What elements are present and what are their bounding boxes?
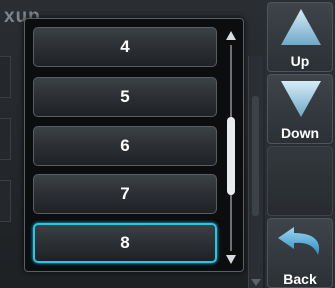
down-button-label: Down [280,125,320,141]
back-button[interactable]: Back [267,218,333,288]
list-item-label: 4 [120,37,130,56]
background-scroll-down-icon[interactable] [251,279,261,286]
background-field [0,118,11,160]
up-button-label: Up [290,53,310,69]
up-arrow-icon [281,9,321,45]
list-item-label: 8 [120,233,130,252]
list-item-6[interactable]: 6 [33,126,217,166]
list-item-label: 5 [120,87,130,106]
background-scroll-thumb[interactable] [252,96,259,216]
scroll-thumb[interactable] [227,117,235,195]
list-item-4[interactable]: 4 [33,27,217,67]
selection-popup: 4 5 6 7 8 [24,18,244,272]
back-arrow-icon [278,227,320,255]
list-item-label: 7 [120,184,130,203]
list-item-8-selected[interactable]: 8 [33,223,217,263]
back-button-label: Back [283,271,317,287]
background-field [0,180,11,222]
popup-scrollbar[interactable] [225,31,237,267]
list-item-label: 6 [120,136,130,155]
scroll-up-icon[interactable] [226,31,236,40]
up-button[interactable]: Up [267,2,333,72]
background-scrollbar[interactable] [248,56,263,288]
blank-softkey [267,146,333,216]
list-item-7[interactable]: 7 [33,174,217,214]
softkey-column: Up Down Back [265,0,335,288]
background-field [0,56,11,98]
list-item-5[interactable]: 5 [33,77,217,117]
scroll-down-icon[interactable] [226,255,236,264]
down-arrow-icon [281,81,321,117]
down-button[interactable]: Down [267,74,333,144]
